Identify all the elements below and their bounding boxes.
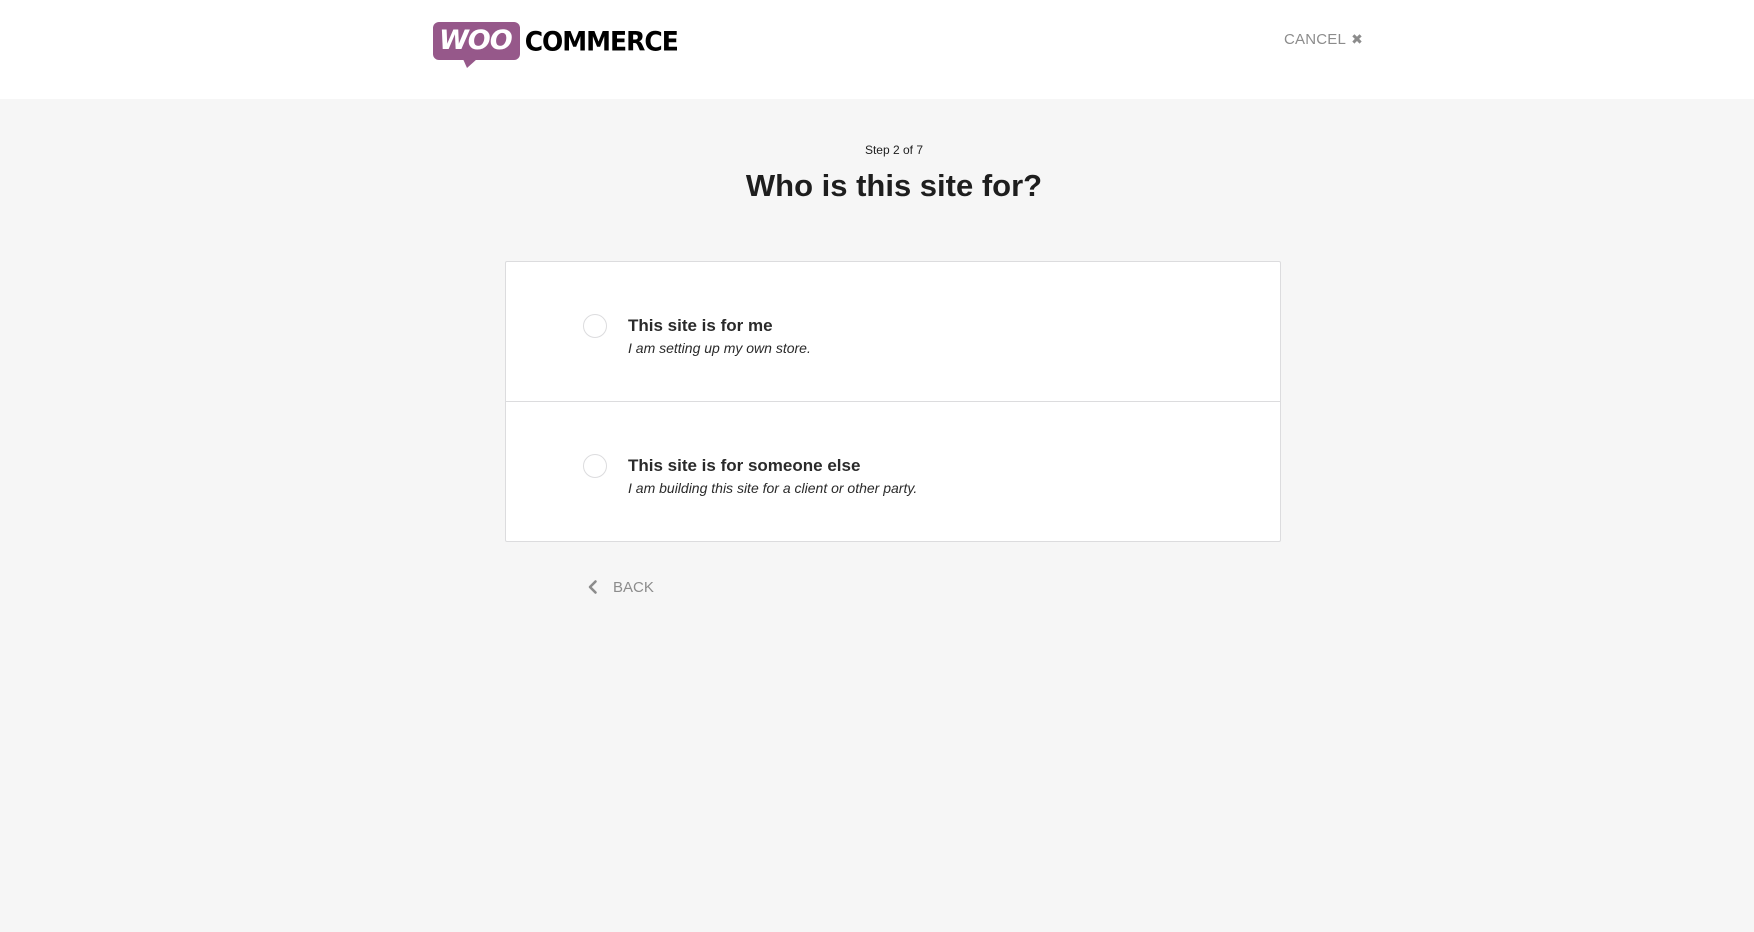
logo-woo-mark: WOO: [433, 22, 520, 68]
close-icon: ✖: [1351, 30, 1363, 47]
option-site-for-me[interactable]: This site is for me I am setting up my o…: [506, 262, 1280, 402]
back-label: BACK: [613, 578, 654, 596]
radio-button[interactable]: [583, 454, 607, 478]
back-button[interactable]: BACK: [585, 576, 654, 598]
option-site-for-someone-else[interactable]: This site is for someone else I am build…: [506, 402, 1280, 542]
cancel-button[interactable]: CANCEL ✖: [1284, 29, 1363, 49]
top-bar: WOO COMMERCE CANCEL ✖: [0, 0, 1754, 99]
chevron-left-icon: [588, 580, 597, 594]
page-title: Who is this site for?: [745, 168, 1043, 203]
radio-button[interactable]: [583, 314, 607, 338]
option-title: This site is for me: [628, 316, 773, 335]
logo-commerce-wordmark: COMMERCE: [524, 25, 679, 57]
options-card: This site is for me I am setting up my o…: [505, 261, 1281, 542]
step-indicator: Step 2 of 7: [864, 143, 924, 157]
woocommerce-logo: WOO COMMERCE: [433, 20, 679, 68]
option-description: I am setting up my own store.: [628, 340, 811, 356]
option-title: This site is for someone else: [628, 456, 861, 475]
cancel-label: CANCEL: [1284, 30, 1347, 48]
option-description: I am building this site for a client or …: [628, 480, 918, 496]
